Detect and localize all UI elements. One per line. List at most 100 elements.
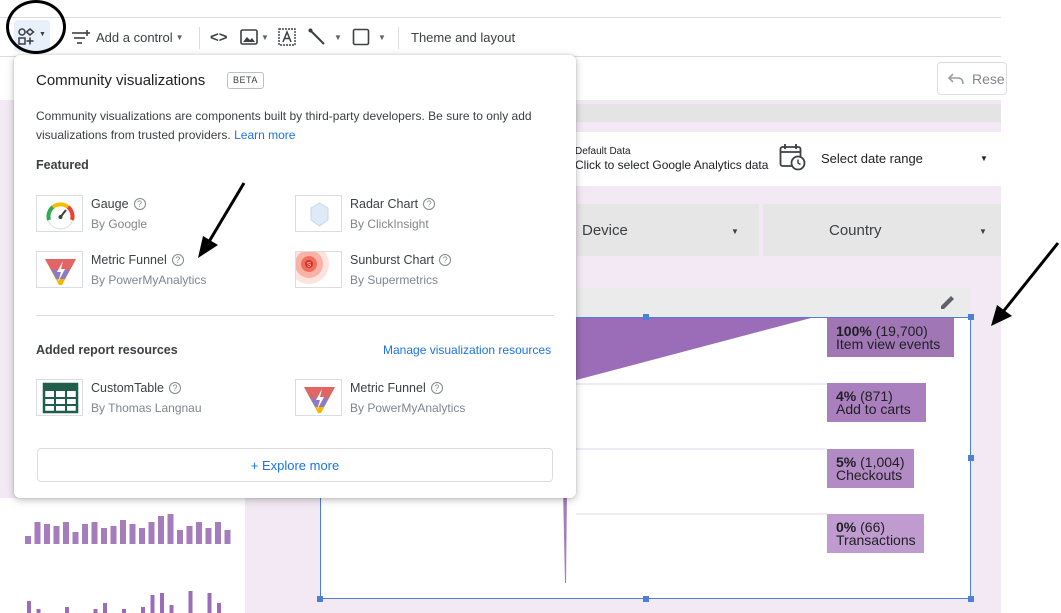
- mini-bar: [82, 524, 88, 544]
- mini-bar: [93, 609, 98, 613]
- help-icon[interactable]: ?: [171, 254, 184, 266]
- undo-icon: [948, 72, 964, 84]
- country-caret-icon[interactable]: ▼: [979, 227, 987, 236]
- funnel-stage-2: 4% (871) Add to carts: [827, 383, 926, 422]
- viz-author: By Google: [91, 217, 148, 231]
- mini-bar: [27, 601, 31, 613]
- section-divider: [36, 315, 554, 316]
- viz-name-text: Sunburst Chart: [350, 253, 435, 267]
- viz-metric-funnel[interactable]: Metric Funnel? By PowerMyAnalytics: [36, 251, 276, 291]
- canvas-top-strip: [575, 104, 1001, 122]
- viz-name-text: Metric Funnel: [91, 253, 167, 267]
- mini-bar: [141, 607, 145, 613]
- mini-bar: [65, 607, 69, 613]
- viz-name-text: Gauge: [91, 197, 129, 211]
- gauge-thumbnail: [36, 195, 83, 232]
- resize-handle-top[interactable]: [643, 314, 649, 320]
- annotation-circle: [6, 0, 66, 54]
- mini-bar: [139, 528, 145, 544]
- resize-handle-bottom-right[interactable]: [968, 596, 974, 602]
- stage-4-label: Transactions: [836, 532, 916, 548]
- add-control-button[interactable]: Add a control ▼: [72, 18, 184, 56]
- viz-gauge[interactable]: Gauge? By Google: [36, 195, 276, 235]
- chart-header-bar: [575, 288, 971, 316]
- edit-pencil-icon[interactable]: [940, 294, 956, 310]
- funnel-stage-4: 0% (66) Transactions: [827, 514, 924, 553]
- sunburst-thumbnail: S: [295, 251, 342, 288]
- viz-customtable[interactable]: CustomTable? By Thomas Langnau: [36, 379, 276, 419]
- mini-bar: [148, 522, 155, 544]
- help-icon[interactable]: ?: [133, 198, 146, 210]
- mini-bar: [101, 528, 107, 544]
- viz-metric-funnel-added[interactable]: Metric Funnel? By PowerMyAnalytics: [295, 379, 535, 419]
- stage-3-label: Checkouts: [836, 467, 903, 483]
- viz-author: By ClickInsight: [350, 217, 429, 231]
- viz-name: Gauge?: [91, 197, 146, 211]
- mini-bar: [36, 609, 41, 613]
- resize-handle-top-right[interactable]: [968, 314, 974, 320]
- radar-chart-icon: [310, 202, 329, 227]
- text-button[interactable]: [278, 18, 296, 56]
- reset-button[interactable]: Rese: [937, 62, 1007, 95]
- toolbar-divider: [199, 27, 200, 49]
- learn-more-link[interactable]: Learn more: [234, 128, 295, 142]
- popup-description: Community visualizations are components …: [36, 107, 556, 145]
- line-button[interactable]: ▼: [308, 18, 342, 56]
- funnel-stage-3: 5% (1,004) Checkouts: [827, 449, 914, 488]
- date-range-control[interactable]: Select date range: [821, 151, 923, 166]
- radar-thumbnail: [295, 195, 342, 232]
- viz-name: Radar Chart?: [350, 197, 436, 211]
- viz-author: By PowerMyAnalytics: [350, 401, 466, 415]
- help-icon[interactable]: ?: [168, 382, 181, 394]
- viz-name: CustomTable?: [91, 381, 181, 395]
- resize-handle-bottom[interactable]: [643, 596, 649, 602]
- mini-bar: [160, 593, 164, 613]
- mini-bar: [205, 528, 212, 544]
- explore-more-button[interactable]: + Explore more: [37, 448, 553, 482]
- viz-radar-chart[interactable]: Radar Chart? By ClickInsight: [295, 195, 535, 235]
- mini-bar: [91, 522, 98, 544]
- customtable-thumbnail: [36, 379, 83, 416]
- gauge-icon: [46, 202, 75, 230]
- metric-funnel-icon: [304, 387, 335, 413]
- shape-icon: [352, 28, 370, 46]
- mini-bar: [34, 522, 41, 544]
- country-filter[interactable]: Country: [763, 204, 1001, 256]
- mini-bar: [25, 536, 31, 544]
- theme-and-layout-label: Theme and layout: [411, 29, 516, 45]
- chevron-down-icon: ▼: [175, 32, 184, 42]
- viz-name-text: CustomTable: [91, 381, 164, 395]
- resize-handle-bottom-left[interactable]: [317, 596, 323, 602]
- metric-funnel-thumbnail: [295, 379, 342, 416]
- image-button[interactable]: ▼: [240, 18, 269, 56]
- help-icon[interactable]: ?: [423, 198, 436, 210]
- mini-bar: [122, 609, 126, 613]
- resize-handle-right[interactable]: [968, 455, 974, 461]
- date-range-caret-icon[interactable]: ▼: [980, 154, 988, 163]
- toolbar-divider: [398, 27, 399, 49]
- mini-bar: [167, 514, 174, 544]
- funnel-stage-1: 100% (19,700) Item view events: [827, 318, 954, 357]
- help-icon[interactable]: ?: [430, 382, 443, 394]
- stage-2-label: Add to carts: [836, 401, 911, 417]
- mini-bar: [158, 516, 164, 544]
- device-caret-icon[interactable]: ▼: [731, 227, 739, 236]
- viz-name: Metric Funnel?: [350, 381, 443, 395]
- embed-code-button[interactable]: <>: [210, 18, 228, 56]
- data-control-subtitle: Click to select Google Analytics data: [575, 158, 769, 172]
- chevron-down-icon: ▼: [334, 32, 342, 42]
- theme-and-layout-button[interactable]: Theme and layout: [411, 18, 515, 56]
- help-icon[interactable]: ?: [439, 254, 452, 266]
- svg-text:S: S: [307, 263, 311, 269]
- mini-bar: [129, 524, 136, 544]
- line-icon: [308, 28, 325, 45]
- manage-visualization-resources-link[interactable]: Manage visualization resources: [383, 343, 551, 357]
- added-resources-heading: Added report resources: [36, 343, 178, 357]
- viz-sunburst-chart[interactable]: S Sunburst Chart? By Supermetrics: [295, 251, 535, 291]
- mini-bar: [217, 603, 221, 613]
- viz-author: By Supermetrics: [350, 273, 439, 287]
- metric-funnel-thumbnail: [36, 251, 83, 288]
- shape-button[interactable]: ▼: [352, 18, 386, 56]
- viz-name: Metric Funnel?: [91, 253, 184, 267]
- viz-name: Sunburst Chart?: [350, 253, 452, 267]
